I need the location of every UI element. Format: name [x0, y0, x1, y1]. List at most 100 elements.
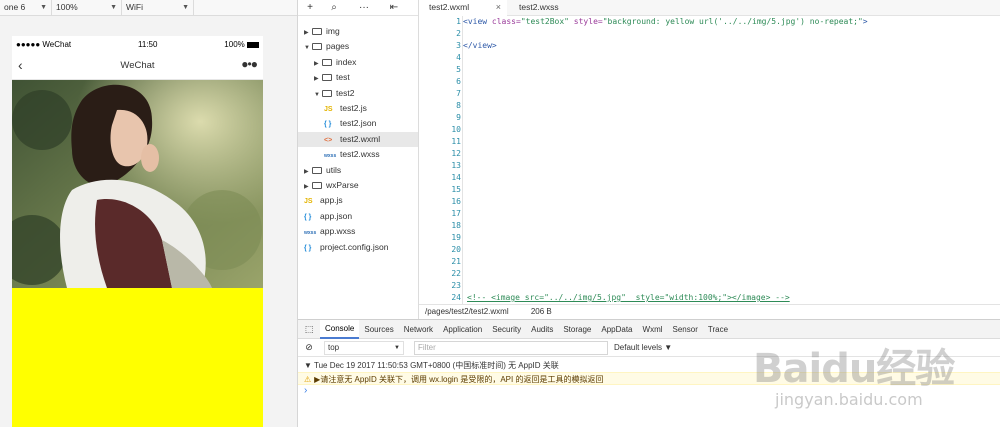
simulator-toolbar: one 6 ▼ 100% ▼ WiFi ▼ [0, 0, 297, 16]
tree-item[interactable]: { } project.config.json [298, 240, 418, 255]
json-file-icon: { } [304, 244, 312, 252]
warning-text: ▶请注意无 AppID 关联下，调用 wx.login 是受限的，API 的返回… [314, 375, 604, 384]
code-line-3: </view> [463, 41, 497, 50]
tree-item[interactable]: ▶ utils [298, 163, 418, 178]
tree-item[interactable]: JS app.js [298, 193, 418, 208]
chevron-down-icon: ▼ [394, 344, 400, 351]
collapse-icon[interactable]: ⇤ [382, 2, 406, 13]
log-group-header[interactable]: ▼ Tue Dec 19 2017 11:50:53 GMT+0800 (中国标… [298, 359, 1000, 372]
json-file-icon: { } [324, 121, 332, 129]
line-number: 5 [456, 65, 461, 74]
line-number: 13 [451, 161, 461, 170]
file-size: 206 B [530, 307, 552, 316]
network-select[interactable]: WiFi ▼ [122, 0, 194, 16]
zoom-select[interactable]: 100% ▼ [52, 0, 122, 16]
tree-item[interactable]: JS test2.js [298, 101, 418, 116]
add-icon[interactable]: + [298, 2, 322, 13]
wxml-file-icon: <> [324, 136, 333, 144]
line-number: 24 [451, 293, 461, 302]
warning-icon: ⚠ [304, 375, 312, 384]
console-prompt[interactable]: › [298, 385, 1000, 396]
device-select[interactable]: one 6 ▼ [0, 0, 52, 16]
context-select[interactable]: top ▼ [324, 340, 404, 355]
tab-sensor[interactable]: Sensor [668, 320, 703, 339]
tab-test2-wxss[interactable]: test2.wxss [507, 0, 569, 16]
battery-icon [247, 42, 259, 48]
tree-item[interactable]: ▼ test2 [298, 86, 418, 101]
folder-icon [312, 182, 322, 189]
tab-label: test2.wxml [429, 2, 470, 12]
chevron-down-icon: ▼ [110, 4, 117, 11]
tree-item-label: app.js [320, 195, 343, 206]
search-icon[interactable]: ⌕ [322, 2, 346, 13]
tree-item-label: pages [326, 41, 350, 52]
tree-item-label: test2.wxss [340, 149, 380, 160]
editor-tabs: test2.wxml × test2.wxss [419, 0, 1000, 16]
simulator-panel: one 6 ▼ 100% ▼ WiFi ▼ ●●●●● WeChat 11:50… [0, 0, 298, 427]
clear-console-icon[interactable]: ⊘ [298, 342, 320, 353]
tree-item[interactable]: ▶ test [298, 70, 418, 85]
tree-item[interactable]: <> test2.wxml [298, 131, 418, 147]
device-select-label: one 6 [4, 2, 26, 12]
file-info-bar: /pages/test2/test2.wxml 206 B [419, 304, 1000, 319]
code-line-1: <view class="test2Box" style="background… [463, 17, 868, 26]
line-number: 10 [451, 125, 461, 134]
phone-screen: ●●●●● WeChat 11:50 100% ‹ WeChat ●•● [12, 36, 263, 427]
tree-item-label: test [336, 72, 350, 83]
tab-audits[interactable]: Audits [526, 320, 558, 339]
chevron-down-icon: ▼ [182, 4, 189, 11]
close-icon[interactable]: × [496, 0, 501, 15]
phone-status-bar: ●●●●● WeChat 11:50 100% [12, 36, 263, 53]
line-number: 12 [451, 149, 461, 158]
line-number: 15 [451, 185, 461, 194]
test2-box [12, 80, 263, 427]
line-number: 3 [456, 41, 461, 50]
nav-title: WeChat [120, 60, 155, 71]
tab-security[interactable]: Security [487, 320, 526, 339]
tab-test2-wxml[interactable]: test2.wxml × [419, 0, 507, 16]
tab-trace[interactable]: Trace [703, 320, 733, 339]
code-area[interactable]: <view class="test2Box" style="background… [462, 16, 1000, 304]
folder-icon [322, 89, 332, 97]
tree-item[interactable]: { } app.json [298, 209, 418, 224]
code-line-24: <!-- <image src="../../img/5.jpg" style=… [467, 293, 790, 302]
code-editor: test2.wxml × test2.wxss 1 2 3 4 5 6 7 8 9 10 11 12 1… [419, 0, 1000, 319]
tab-network[interactable]: Network [399, 320, 438, 339]
tree-item[interactable]: ▼ pages [298, 39, 418, 54]
tree-item[interactable]: { } test2.json [298, 116, 418, 131]
line-number: 6 [456, 77, 461, 86]
log-levels-select[interactable]: Default levels ▼ [614, 343, 672, 352]
js-file-icon: JS [304, 198, 313, 206]
tree-item-label: test2 [336, 87, 355, 98]
tree-item[interactable]: ▶ wxParse [298, 178, 418, 193]
line-number: 9 [456, 113, 461, 122]
tab-wxml[interactable]: Wxml [638, 320, 668, 339]
devtools-window: one 6 ▼ 100% ▼ WiFi ▼ ●●●●● WeChat 11:50… [0, 0, 1000, 427]
chevron-down-icon: ▼ [40, 4, 47, 11]
line-number: 4 [456, 53, 461, 62]
tab-storage[interactable]: Storage [558, 320, 596, 339]
network-select-label: WiFi [126, 2, 143, 12]
tree-item-label: wxParse [326, 180, 359, 190]
tab-console[interactable]: Console [320, 319, 360, 339]
line-number-gutter: 1 2 3 4 5 6 7 8 9 10 11 12 13 14 15 16 17 18 19 20 21 22 23 24 [419, 16, 461, 304]
tree-item[interactable]: ▶ img [298, 24, 418, 39]
tree-item[interactable]: wxss test2.wxss [298, 147, 418, 162]
status-time: 11:50 [138, 40, 158, 49]
warning-message: ⚠ ▶请注意无 AppID 关联下，调用 wx.login 是受限的，API 的返… [298, 372, 1000, 385]
line-number: 14 [451, 173, 461, 182]
file-path: /pages/test2/test2.wxml [425, 307, 509, 316]
console-filter-input[interactable]: Filter [414, 340, 608, 355]
more-icon[interactable]: ●•● [241, 57, 258, 71]
tree-item[interactable]: ▶ index [298, 55, 418, 70]
context-label: top [328, 342, 340, 352]
tab-appdata[interactable]: AppData [596, 320, 637, 339]
tab-sources[interactable]: Sources [359, 320, 398, 339]
file-tree-panel: + ⌕ ··· ⇤ ▶ img ▼ pages ▶ index ▶ test ▼ test2 JS t… [298, 0, 419, 319]
inspect-icon[interactable]: ⬚ [298, 324, 320, 335]
tree-item-label: test2.wxml [340, 133, 381, 144]
more-icon[interactable]: ··· [346, 2, 382, 13]
tab-application[interactable]: Application [438, 320, 487, 339]
tree-item[interactable]: wxss app.wxss [298, 224, 418, 239]
line-number: 8 [456, 101, 461, 110]
